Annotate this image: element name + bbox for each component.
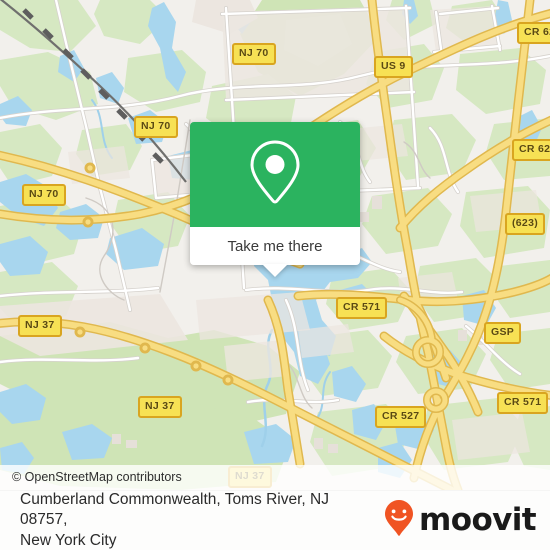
bottom-info-bar: Cumberland Commonwealth, Toms River, NJ … xyxy=(0,490,550,550)
popup-footer[interactable]: Take me there xyxy=(190,227,360,277)
map-attribution-bar: © OpenStreetMap contributors xyxy=(0,465,550,490)
road-shield: NJ 70 xyxy=(232,43,276,65)
road-shield: GSP xyxy=(484,322,522,344)
address-block: Cumberland Commonwealth, Toms River, NJ … xyxy=(0,490,384,550)
address-line-1: Cumberland Commonwealth, Toms River, NJ … xyxy=(20,490,329,529)
popup-header xyxy=(190,122,360,227)
map-pin-icon xyxy=(247,138,303,211)
moovit-pin-icon xyxy=(384,499,414,542)
road-shield: CR 623 xyxy=(512,139,550,161)
popup-tail-pointer xyxy=(262,264,288,277)
moovit-wordmark: moovit xyxy=(419,502,537,538)
road-shield: NJ 70 xyxy=(134,116,178,138)
map-screen: .g { fill:#d6e8c2; } .g2 { fill:#cfe4b6;… xyxy=(0,0,550,550)
road-shield: CR 571 xyxy=(497,392,549,414)
road-shield: NJ 37 xyxy=(138,396,182,418)
osm-attribution-text[interactable]: © OpenStreetMap contributors xyxy=(12,471,182,484)
road-shield: US 9 xyxy=(374,56,413,78)
road-shield: CR 527 xyxy=(375,406,427,428)
road-shield: CR 571 xyxy=(336,297,388,319)
road-shield: NJ 70 xyxy=(22,184,66,206)
road-shield: CR 62 xyxy=(517,22,550,44)
road-shield: NJ 37 xyxy=(18,315,62,337)
address-line-2: New York City xyxy=(20,531,117,549)
moovit-logo[interactable]: moovit xyxy=(384,499,550,542)
road-shield: (623) xyxy=(505,213,546,235)
take-me-there-label: Take me there xyxy=(227,237,323,255)
location-popup-card[interactable]: Take me there xyxy=(190,122,360,277)
